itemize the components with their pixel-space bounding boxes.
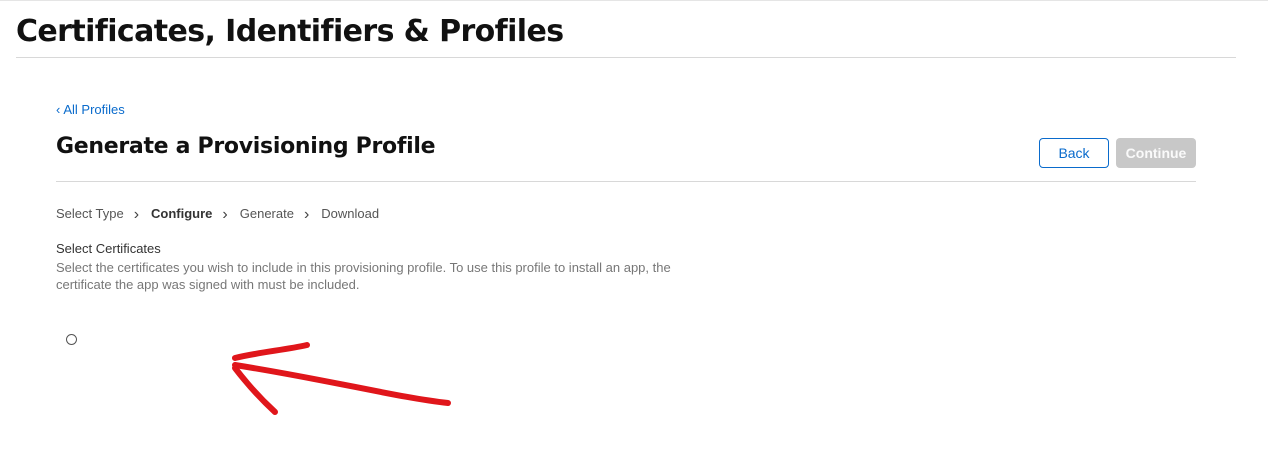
red-arrow-annotation-icon bbox=[232, 342, 451, 415]
step-configure: Configure bbox=[151, 205, 213, 221]
page-title: Certificates, Identifiers & Profiles bbox=[16, 14, 564, 49]
step-download: Download bbox=[321, 205, 380, 221]
section-divider bbox=[56, 181, 1196, 182]
back-button[interactable]: Back bbox=[1039, 138, 1109, 168]
certificate-radio[interactable] bbox=[66, 334, 77, 345]
continue-button[interactable]: Continue bbox=[1116, 138, 1196, 168]
chevron-right-icon: › bbox=[303, 206, 310, 223]
chevron-left-icon: ‹ bbox=[56, 102, 61, 117]
chevron-right-icon: › bbox=[222, 206, 228, 223]
title-divider bbox=[16, 57, 1236, 58]
select-certificates-title: Select Certificates bbox=[56, 241, 161, 256]
step-indicator: Select Type › Configure › Generate › Dow… bbox=[56, 204, 380, 224]
chevron-right-icon: › bbox=[133, 206, 140, 223]
step-generate: Generate bbox=[239, 205, 294, 221]
select-certificates-description: Select the certificates you wish to incl… bbox=[56, 260, 671, 292]
all-profiles-label: All Profiles bbox=[63, 102, 125, 117]
section-title: Generate a Provisioning Profile bbox=[56, 134, 436, 159]
top-border bbox=[0, 0, 1268, 1]
all-profiles-link[interactable]: ‹ All Profiles bbox=[56, 102, 125, 117]
step-select-type: Select Type bbox=[56, 205, 124, 221]
